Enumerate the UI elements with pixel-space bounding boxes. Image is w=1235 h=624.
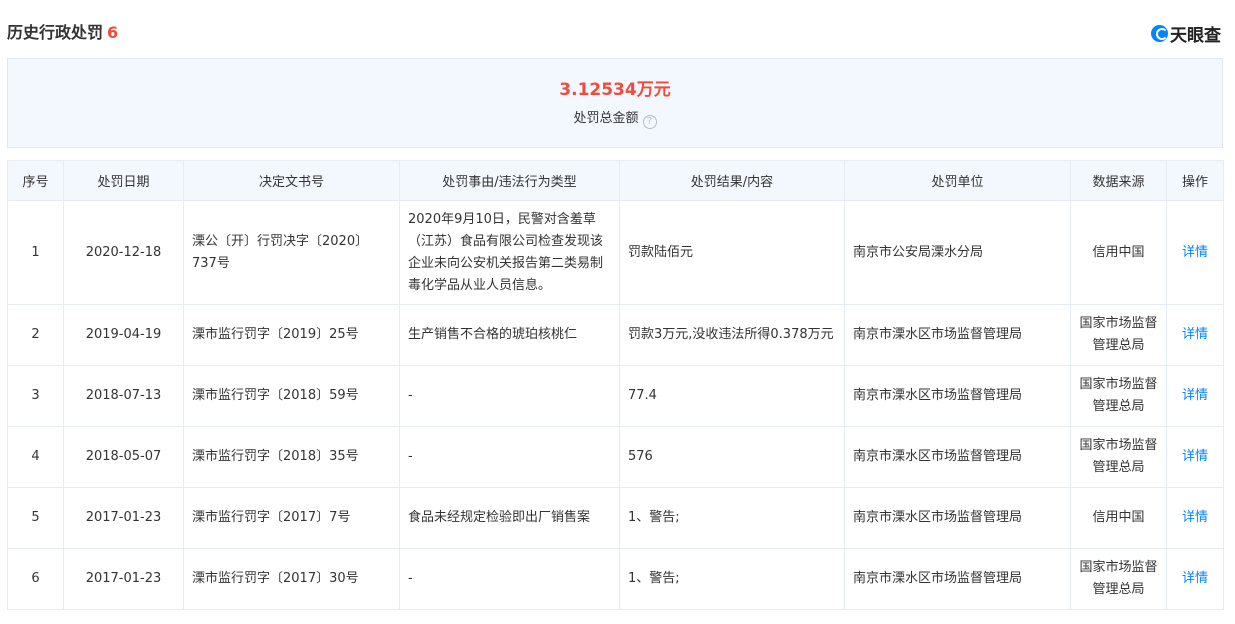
cell-index: 3	[7, 365, 64, 427]
column-header-doc-no: 决定文书号	[183, 160, 400, 201]
cell-reason: 2020年9月10日，民警对含羞草（江苏）食品有限公司检查发现该企业未向公安机关…	[399, 200, 620, 305]
cell-unit: 南京市溧水区市场监督管理局	[844, 487, 1071, 549]
cell-unit: 南京市溧水区市场监督管理局	[844, 304, 1071, 366]
cell-source: 信用中国	[1070, 487, 1167, 549]
total-penalty-label-row: 处罚总金额?	[8, 110, 1222, 129]
tianyancha-logo-icon	[1151, 24, 1168, 42]
cell-result: 1、警告;	[619, 548, 845, 610]
column-header-source: 数据来源	[1070, 160, 1167, 201]
cell-index: 1	[7, 200, 64, 305]
cell-index: 5	[7, 487, 64, 549]
cell-date: 2019-04-19	[63, 304, 184, 366]
cell-doc-no: 溧公〔开〕行罚决字〔2020〕737号	[183, 200, 400, 305]
column-header-unit: 处罚单位	[844, 160, 1071, 201]
cell-index: 6	[7, 548, 64, 610]
cell-reason: -	[399, 365, 620, 427]
detail-link[interactable]: 详情	[1166, 487, 1224, 549]
cell-source: 国家市场监督管理总局	[1070, 304, 1167, 366]
table-row: 2 2019-04-19 溧市监行罚字〔2019〕25号 生产销售不合格的琥珀核…	[7, 304, 1224, 366]
cell-reason: 生产销售不合格的琥珀核桃仁	[399, 304, 620, 366]
column-header-date: 处罚日期	[63, 160, 184, 201]
detail-link[interactable]: 详情	[1166, 548, 1224, 610]
cell-unit: 南京市溧水区市场监督管理局	[844, 426, 1071, 488]
brand-logo-text: 天眼查	[1170, 25, 1221, 46]
cell-source: 国家市场监督管理总局	[1070, 365, 1167, 427]
table-header-row: 序号 处罚日期 决定文书号 处罚事由/违法行为类型 处罚结果/内容 处罚单位 数…	[7, 160, 1224, 201]
cell-doc-no: 溧市监行罚字〔2018〕59号	[183, 365, 400, 427]
section-header: 历史行政处罚 6 天眼查	[7, 22, 1223, 46]
cell-result: 576	[619, 426, 845, 488]
column-header-action: 操作	[1166, 160, 1224, 201]
column-header-index: 序号	[7, 160, 64, 201]
column-header-reason: 处罚事由/违法行为类型	[399, 160, 620, 201]
table-row: 3 2018-07-13 溧市监行罚字〔2018〕59号 - 77.4 南京市溧…	[7, 365, 1224, 427]
detail-link[interactable]: 详情	[1166, 304, 1224, 366]
total-penalty-amount: 3.12534万元	[559, 80, 671, 100]
cell-source: 国家市场监督管理总局	[1070, 548, 1167, 610]
cell-unit: 南京市公安局溧水分局	[844, 200, 1071, 305]
cell-unit: 南京市溧水区市场监督管理局	[844, 548, 1071, 610]
cell-date: 2017-01-23	[63, 548, 184, 610]
cell-doc-no: 溧市监行罚字〔2017〕7号	[183, 487, 400, 549]
record-count-badge: 6	[107, 23, 119, 42]
detail-link[interactable]: 详情	[1166, 200, 1224, 305]
cell-reason: -	[399, 426, 620, 488]
column-header-result: 处罚结果/内容	[619, 160, 845, 201]
cell-result: 1、警告;	[619, 487, 845, 549]
brand-logo: 天眼查	[1151, 22, 1221, 46]
detail-link[interactable]: 详情	[1166, 365, 1224, 427]
penalty-summary-panel: 3.12534万元 处罚总金额?	[7, 58, 1223, 148]
section-title-text: 历史行政处罚	[7, 23, 104, 42]
cell-source: 信用中国	[1070, 200, 1167, 305]
cell-date: 2018-07-13	[63, 365, 184, 427]
cell-date: 2018-05-07	[63, 426, 184, 488]
table-row: 5 2017-01-23 溧市监行罚字〔2017〕7号 食品未经规定检验即出厂销…	[7, 487, 1224, 549]
cell-result: 罚款陆佰元	[619, 200, 845, 305]
table-row: 4 2018-05-07 溧市监行罚字〔2018〕35号 - 576 南京市溧水…	[7, 426, 1224, 488]
cell-doc-no: 溧市监行罚字〔2017〕30号	[183, 548, 400, 610]
cell-reason: 食品未经规定检验即出厂销售案	[399, 487, 620, 549]
cell-unit: 南京市溧水区市场监督管理局	[844, 365, 1071, 427]
question-circle-icon[interactable]: ?	[642, 115, 657, 129]
cell-reason: -	[399, 548, 620, 610]
table-row: 6 2017-01-23 溧市监行罚字〔2017〕30号 - 1、警告; 南京市…	[7, 548, 1224, 610]
cell-index: 2	[7, 304, 64, 366]
cell-result: 77.4	[619, 365, 845, 427]
cell-doc-no: 溧市监行罚字〔2019〕25号	[183, 304, 400, 366]
penalty-table: 序号 处罚日期 决定文书号 处罚事由/违法行为类型 处罚结果/内容 处罚单位 数…	[7, 160, 1224, 610]
cell-doc-no: 溧市监行罚字〔2018〕35号	[183, 426, 400, 488]
cell-index: 4	[7, 426, 64, 488]
cell-date: 2017-01-23	[63, 487, 184, 549]
total-penalty-label: 处罚总金额	[573, 111, 639, 126]
cell-source: 国家市场监督管理总局	[1070, 426, 1167, 488]
section-title: 历史行政处罚 6	[7, 22, 118, 44]
cell-result: 罚款3万元,没收违法所得0.378万元	[619, 304, 845, 366]
cell-date: 2020-12-18	[63, 200, 184, 305]
detail-link[interactable]: 详情	[1166, 426, 1224, 488]
table-row: 1 2020-12-18 溧公〔开〕行罚决字〔2020〕737号 2020年9月…	[7, 200, 1224, 305]
